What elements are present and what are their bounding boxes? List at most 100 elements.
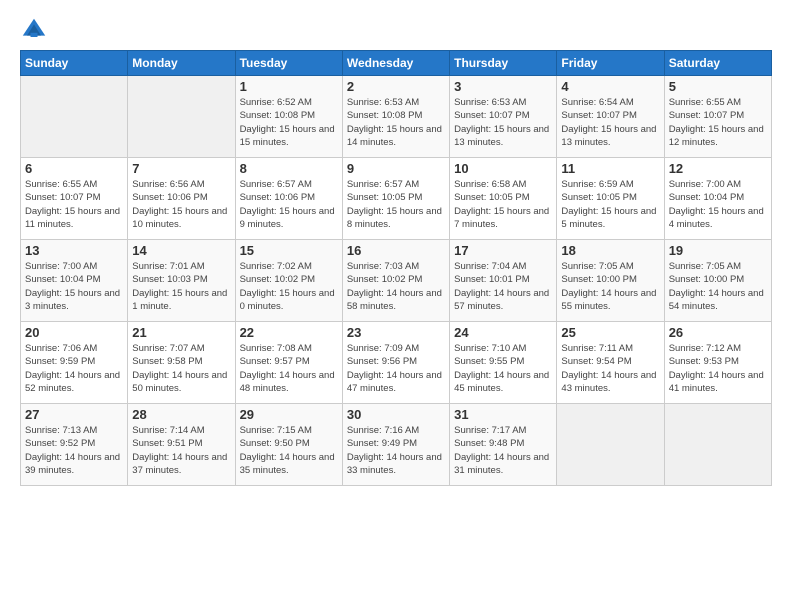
calendar-cell: 17 Sunrise: 7:04 AM Sunset: 10:01 PM Dayl… [450, 240, 557, 322]
day-info: Sunrise: 7:13 AM Sunset: 9:52 PM Dayligh… [25, 424, 123, 477]
weekday-header-monday: Monday [128, 51, 235, 76]
page: SundayMondayTuesdayWednesdayThursdayFrid… [0, 0, 792, 502]
calendar-cell [664, 404, 771, 486]
day-number: 19 [669, 243, 767, 258]
weekday-header-saturday: Saturday [664, 51, 771, 76]
calendar-cell: 10Sunrise: 6:58 AM Sunset: 10:05 PM Dayl… [450, 158, 557, 240]
day-number: 2 [347, 79, 445, 94]
calendar-cell: 22 Sunrise: 7:08 AM Sunset: 9:57 PM Dayli… [235, 322, 342, 404]
day-info: Sunrise: 7:01 AM Sunset: 10:03 PM Daylig… [132, 260, 230, 313]
day-info: Sunrise: 7:04 AM Sunset: 10:01 PM Daylig… [454, 260, 552, 313]
day-info: Sunrise: 7:08 AM Sunset: 9:57 PM Dayligh… [240, 342, 338, 395]
weekday-header-sunday: Sunday [21, 51, 128, 76]
day-number: 28 [132, 407, 230, 422]
day-info: Sunrise: 7:00 AM Sunset: 10:04 PM Daylig… [669, 178, 767, 231]
day-info: Sunrise: 7:14 AM Sunset: 9:51 PM Dayligh… [132, 424, 230, 477]
day-info: Sunrise: 6:58 AM Sunset: 10:05 PM Daylig… [454, 178, 552, 231]
day-info: Sunrise: 6:53 AM Sunset: 10:08 PM Daylig… [347, 96, 445, 149]
day-number: 3 [454, 79, 552, 94]
day-number: 26 [669, 325, 767, 340]
day-number: 4 [561, 79, 659, 94]
day-info: Sunrise: 6:52 AM Sunset: 10:08 PM Daylig… [240, 96, 338, 149]
calendar-cell: 27 Sunrise: 7:13 AM Sunset: 9:52 PM Dayli… [21, 404, 128, 486]
calendar-cell: 4 Sunrise: 6:54 AM Sunset: 10:07 PM Dayli… [557, 76, 664, 158]
calendar-cell [128, 76, 235, 158]
calendar-cell: 7 Sunrise: 6:56 AM Sunset: 10:06 PM Dayli… [128, 158, 235, 240]
weekday-header-friday: Friday [557, 51, 664, 76]
day-number: 12 [669, 161, 767, 176]
day-number: 30 [347, 407, 445, 422]
calendar-header-row: SundayMondayTuesdayWednesdayThursdayFrid… [21, 51, 772, 76]
day-info: Sunrise: 7:07 AM Sunset: 9:58 PM Dayligh… [132, 342, 230, 395]
calendar-cell: 1 Sunrise: 6:52 AM Sunset: 10:08 PM Dayli… [235, 76, 342, 158]
day-number: 7 [132, 161, 230, 176]
calendar-cell: 30 Sunrise: 7:16 AM Sunset: 9:49 PM Dayli… [342, 404, 449, 486]
calendar-cell: 15 Sunrise: 7:02 AM Sunset: 10:02 PM Dayl… [235, 240, 342, 322]
day-number: 1 [240, 79, 338, 94]
day-number: 22 [240, 325, 338, 340]
calendar-cell: 23 Sunrise: 7:09 AM Sunset: 9:56 PM Dayli… [342, 322, 449, 404]
calendar-cell: 14 Sunrise: 7:01 AM Sunset: 10:03 PM Dayl… [128, 240, 235, 322]
calendar-cell: 16 Sunrise: 7:03 AM Sunset: 10:02 PM Dayl… [342, 240, 449, 322]
calendar-cell: 28 Sunrise: 7:14 AM Sunset: 9:51 PM Dayli… [128, 404, 235, 486]
day-number: 21 [132, 325, 230, 340]
day-info: Sunrise: 7:05 AM Sunset: 10:00 PM Daylig… [561, 260, 659, 313]
logo [20, 16, 54, 44]
calendar-week-2: 6Sunrise: 6:55 AM Sunset: 10:07 PM Dayli… [21, 158, 772, 240]
calendar-cell: 6Sunrise: 6:55 AM Sunset: 10:07 PM Dayli… [21, 158, 128, 240]
day-info: Sunrise: 6:55 AM Sunset: 10:07 PM Daylig… [25, 178, 123, 231]
calendar-cell: 18 Sunrise: 7:05 AM Sunset: 10:00 PM Dayl… [557, 240, 664, 322]
day-info: Sunrise: 7:02 AM Sunset: 10:02 PM Daylig… [240, 260, 338, 313]
calendar-cell: 20 Sunrise: 7:06 AM Sunset: 9:59 PM Dayli… [21, 322, 128, 404]
day-info: Sunrise: 6:57 AM Sunset: 10:06 PM Daylig… [240, 178, 338, 231]
day-info: Sunrise: 7:11 AM Sunset: 9:54 PM Dayligh… [561, 342, 659, 395]
calendar-cell: 2 Sunrise: 6:53 AM Sunset: 10:08 PM Dayli… [342, 76, 449, 158]
calendar-table: SundayMondayTuesdayWednesdayThursdayFrid… [20, 50, 772, 486]
weekday-header-wednesday: Wednesday [342, 51, 449, 76]
day-info: Sunrise: 6:55 AM Sunset: 10:07 PM Daylig… [669, 96, 767, 149]
day-number: 17 [454, 243, 552, 258]
day-number: 20 [25, 325, 123, 340]
weekday-header-tuesday: Tuesday [235, 51, 342, 76]
day-info: Sunrise: 7:15 AM Sunset: 9:50 PM Dayligh… [240, 424, 338, 477]
calendar-cell: 5 Sunrise: 6:55 AM Sunset: 10:07 PM Dayli… [664, 76, 771, 158]
day-number: 18 [561, 243, 659, 258]
day-info: Sunrise: 6:56 AM Sunset: 10:06 PM Daylig… [132, 178, 230, 231]
day-number: 15 [240, 243, 338, 258]
logo-icon [20, 16, 48, 44]
calendar-cell: 11Sunrise: 6:59 AM Sunset: 10:05 PM Dayl… [557, 158, 664, 240]
day-number: 23 [347, 325, 445, 340]
day-number: 29 [240, 407, 338, 422]
day-info: Sunrise: 7:10 AM Sunset: 9:55 PM Dayligh… [454, 342, 552, 395]
calendar-cell: 24 Sunrise: 7:10 AM Sunset: 9:55 PM Dayli… [450, 322, 557, 404]
calendar-week-4: 20 Sunrise: 7:06 AM Sunset: 9:59 PM Dayli… [21, 322, 772, 404]
calendar-week-1: 1 Sunrise: 6:52 AM Sunset: 10:08 PM Dayli… [21, 76, 772, 158]
calendar-cell: 19 Sunrise: 7:05 AM Sunset: 10:00 PM Dayl… [664, 240, 771, 322]
day-number: 25 [561, 325, 659, 340]
calendar-cell: 31Sunrise: 7:17 AM Sunset: 9:48 PM Dayli… [450, 404, 557, 486]
day-number: 14 [132, 243, 230, 258]
day-info: Sunrise: 6:57 AM Sunset: 10:05 PM Daylig… [347, 178, 445, 231]
day-info: Sunrise: 7:03 AM Sunset: 10:02 PM Daylig… [347, 260, 445, 313]
day-info: Sunrise: 7:00 AM Sunset: 10:04 PM Daylig… [25, 260, 123, 313]
day-number: 16 [347, 243, 445, 258]
day-info: Sunrise: 6:59 AM Sunset: 10:05 PM Daylig… [561, 178, 659, 231]
day-number: 5 [669, 79, 767, 94]
calendar-cell: 8Sunrise: 6:57 AM Sunset: 10:06 PM Dayli… [235, 158, 342, 240]
calendar-week-3: 13Sunrise: 7:00 AM Sunset: 10:04 PM Dayl… [21, 240, 772, 322]
calendar-cell: 13Sunrise: 7:00 AM Sunset: 10:04 PM Dayl… [21, 240, 128, 322]
day-number: 27 [25, 407, 123, 422]
day-info: Sunrise: 6:54 AM Sunset: 10:07 PM Daylig… [561, 96, 659, 149]
day-number: 9 [347, 161, 445, 176]
day-number: 24 [454, 325, 552, 340]
day-number: 31 [454, 407, 552, 422]
day-info: Sunrise: 7:09 AM Sunset: 9:56 PM Dayligh… [347, 342, 445, 395]
calendar-cell: 25 Sunrise: 7:11 AM Sunset: 9:54 PM Dayli… [557, 322, 664, 404]
day-info: Sunrise: 7:06 AM Sunset: 9:59 PM Dayligh… [25, 342, 123, 395]
calendar-cell [21, 76, 128, 158]
day-info: Sunrise: 7:12 AM Sunset: 9:53 PM Dayligh… [669, 342, 767, 395]
calendar-cell: 3Sunrise: 6:53 AM Sunset: 10:07 PM Dayli… [450, 76, 557, 158]
calendar-cell: 29 Sunrise: 7:15 AM Sunset: 9:50 PM Dayli… [235, 404, 342, 486]
day-info: Sunrise: 7:05 AM Sunset: 10:00 PM Daylig… [669, 260, 767, 313]
day-info: Sunrise: 7:16 AM Sunset: 9:49 PM Dayligh… [347, 424, 445, 477]
